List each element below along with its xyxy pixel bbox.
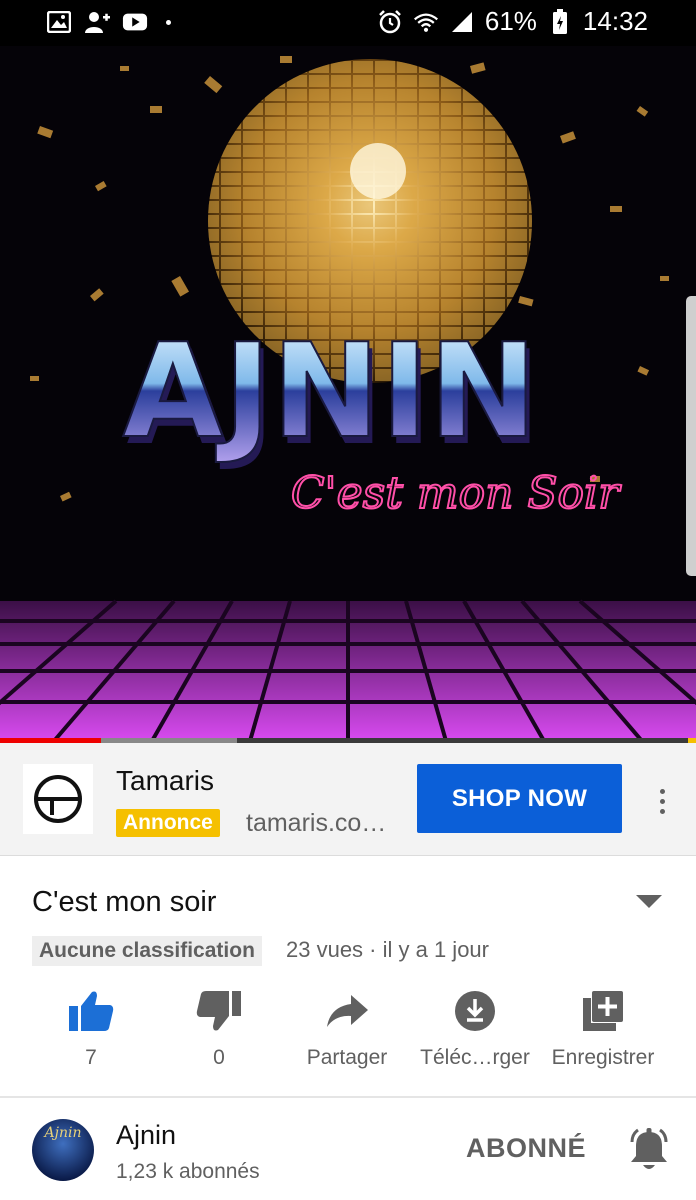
ad-badge: Annonce (116, 809, 220, 837)
image-icon (46, 9, 72, 35)
save-label: Enregistrer (551, 1046, 655, 1069)
ad-domain[interactable]: tamaris.co… (246, 809, 386, 838)
share-icon (327, 995, 368, 1027)
tamaris-logo-icon (34, 775, 82, 823)
rating-badge: Aucune classification (32, 936, 262, 966)
views-and-date: 23 vues · il y a 1 jour (286, 937, 489, 962)
status-bar: 61% 14:32 (0, 0, 696, 46)
clock: 14:32 (582, 6, 648, 36)
video-title[interactable]: C'est mon soir (32, 886, 216, 919)
download-icon (455, 991, 495, 1031)
share-label: Partager (306, 1046, 388, 1069)
download-button[interactable]: Téléc…rger (410, 986, 540, 1070)
system-status: 61% 14:32 (377, 6, 648, 37)
notification-bell-icon[interactable] (628, 1128, 670, 1172)
channel-avatar[interactable]: Ajnin (32, 1119, 94, 1181)
artwork-subtitle: C'est mon Soir (291, 468, 622, 519)
battery-percent: 61% (484, 6, 537, 36)
advertiser-logo[interactable] (23, 764, 93, 834)
alarm-icon (377, 9, 403, 35)
add-contact-icon (84, 9, 110, 35)
advertiser-name[interactable]: Tamaris (116, 765, 214, 797)
battery-icon (547, 8, 573, 35)
channel-name[interactable]: Ajnin (116, 1120, 176, 1151)
add-to-playlist-icon (583, 991, 623, 1031)
artwork-title: AJNIN (123, 315, 538, 467)
thumbs-down-icon (196, 991, 241, 1031)
save-button[interactable]: Enregistrer (538, 986, 668, 1070)
dislike-count: 0 (213, 1046, 225, 1069)
share-button[interactable]: Partager (282, 986, 412, 1070)
section-divider (0, 1096, 696, 1098)
ad-banner[interactable]: Tamaris Annonce tamaris.co… SHOP NOW (0, 743, 696, 856)
shop-now-button[interactable]: SHOP NOW (417, 764, 622, 833)
more-notifications-dot (166, 19, 171, 25)
download-label: Téléc…rger (420, 1046, 530, 1069)
disco-floor (0, 599, 696, 741)
like-count: 7 (85, 1046, 97, 1069)
signal-icon (449, 9, 475, 35)
more-options-icon[interactable] (650, 783, 674, 819)
wifi-icon (413, 9, 439, 35)
subscriber-count: 1,23 k abonnés (116, 1160, 260, 1183)
subscribed-button[interactable]: ABONNÉ (466, 1133, 586, 1164)
avatar-logo-text: Ajnin (44, 1125, 82, 1141)
notification-icons (46, 9, 171, 35)
dislike-button[interactable]: 0 (154, 986, 284, 1070)
scroll-handle[interactable] (686, 296, 696, 576)
youtube-icon (122, 9, 148, 35)
like-button[interactable]: 7 (26, 986, 156, 1070)
expand-description-icon[interactable] (636, 895, 662, 908)
video-player[interactable]: AJNIN AJNIN C'est mon Soir (0, 46, 696, 741)
thumbs-up-icon (69, 991, 114, 1031)
video-thumbnail-artwork: AJNIN AJNIN C'est mon Soir (0, 46, 696, 741)
